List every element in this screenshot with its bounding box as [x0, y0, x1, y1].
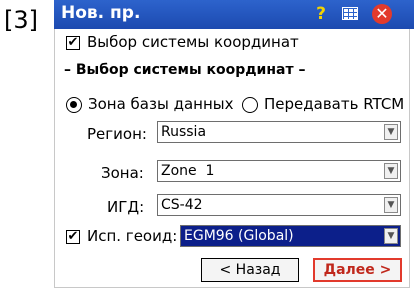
- zone-select[interactable]: Zone 1 ▼: [157, 160, 401, 182]
- chevron-down-icon: ▼: [384, 124, 398, 140]
- chevron-down-icon: ▼: [384, 163, 398, 179]
- next-button[interactable]: Далее >: [313, 258, 402, 282]
- help-icon[interactable]: ?: [312, 5, 330, 23]
- zone-label: Зона:: [101, 164, 144, 182]
- chevron-down-icon: ▼: [384, 197, 398, 213]
- back-button[interactable]: < Назад: [201, 258, 299, 282]
- zone-value: Zone 1: [161, 163, 215, 179]
- use-geoid-label: Исп. геоид:: [87, 227, 178, 245]
- radio-database-zone[interactable]: [66, 97, 82, 113]
- title-bar: Нов. пр. ? ✕: [54, 0, 414, 29]
- select-cs-checkbox[interactable]: ✔: [66, 36, 80, 50]
- window-title: Нов. пр.: [61, 3, 141, 23]
- datum-label: ИГД:: [107, 198, 145, 216]
- datum-select[interactable]: CS-42 ▼: [157, 194, 401, 216]
- geoid-value: EGM96 (Global): [184, 228, 294, 244]
- chevron-down-icon: ▼: [384, 228, 398, 244]
- radio-database-zone-label: Зона базы данных: [88, 95, 234, 113]
- use-geoid-checkbox[interactable]: ✔: [66, 230, 80, 244]
- region-select[interactable]: Russia ▼: [157, 121, 401, 143]
- region-value: Russia: [161, 124, 207, 140]
- section-heading: – Выбор системы координат –: [64, 62, 306, 78]
- figure-label: [3]: [4, 6, 38, 34]
- region-label: Регион:: [87, 125, 147, 143]
- radio-transmit-rtcm-label: Передавать RTCM: [264, 95, 405, 113]
- close-icon[interactable]: ✕: [372, 4, 392, 24]
- keyboard-icon[interactable]: [342, 7, 358, 20]
- datum-value: CS-42: [161, 197, 203, 213]
- select-cs-label: Выбор системы координат: [87, 33, 299, 51]
- geoid-select[interactable]: EGM96 (Global) ▼: [180, 225, 401, 247]
- radio-transmit-rtcm[interactable]: [242, 97, 258, 113]
